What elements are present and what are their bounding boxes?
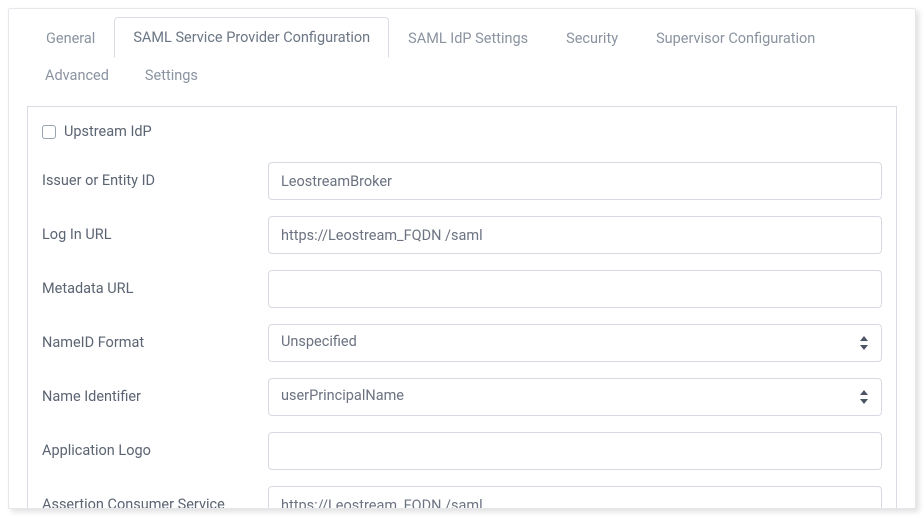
nameid-format-row: NameID Format Unspecified bbox=[42, 316, 882, 370]
acs-url-input[interactable] bbox=[268, 486, 882, 509]
form-content: Upstream IdP Issuer or Entity ID Log In … bbox=[27, 106, 897, 509]
upstream-idp-row: Upstream IdP bbox=[42, 121, 882, 154]
tab-saml-sp-config[interactable]: SAML Service Provider Configuration bbox=[114, 17, 389, 58]
issuer-entity-id-input[interactable] bbox=[268, 162, 882, 200]
application-logo-input[interactable] bbox=[268, 432, 882, 470]
tabs-row-primary: General SAML Service Provider Configurat… bbox=[9, 9, 915, 57]
tab-supervisor-config[interactable]: Supervisor Configuration bbox=[637, 18, 834, 58]
issuer-entity-id-label: Issuer or Entity ID bbox=[42, 162, 252, 191]
metadata-url-label: Metadata URL bbox=[42, 270, 252, 299]
login-url-input[interactable] bbox=[268, 216, 882, 254]
name-identifier-label: Name Identifier bbox=[42, 378, 252, 407]
metadata-url-row: Metadata URL bbox=[42, 262, 882, 316]
tab-general[interactable]: General bbox=[27, 18, 114, 58]
acs-url-row: Assertion Consumer Service (ACS) URL bbox=[42, 478, 882, 509]
tab-saml-idp-settings[interactable]: SAML IdP Settings bbox=[389, 18, 547, 58]
tab-advanced[interactable]: Advanced bbox=[27, 57, 127, 94]
tabs-row-secondary: Advanced Settings bbox=[9, 57, 915, 106]
issuer-entity-id-row: Issuer or Entity ID bbox=[42, 154, 882, 208]
tab-security[interactable]: Security bbox=[547, 18, 637, 58]
name-identifier-row: Name Identifier userPrincipalName bbox=[42, 370, 882, 424]
nameid-format-select[interactable]: Unspecified bbox=[268, 324, 882, 362]
application-logo-row: Application Logo bbox=[42, 424, 882, 478]
upstream-idp-checkbox[interactable] bbox=[42, 125, 56, 139]
login-url-row: Log In URL bbox=[42, 208, 882, 262]
tab-settings[interactable]: Settings bbox=[127, 57, 216, 94]
acs-url-label: Assertion Consumer Service (ACS) URL bbox=[42, 486, 252, 509]
name-identifier-select[interactable]: userPrincipalName bbox=[268, 378, 882, 416]
metadata-url-input[interactable] bbox=[268, 270, 882, 308]
upstream-idp-label: Upstream IdP bbox=[64, 123, 152, 140]
config-panel: General SAML Service Provider Configurat… bbox=[8, 8, 916, 509]
login-url-label: Log In URL bbox=[42, 216, 252, 245]
nameid-format-label: NameID Format bbox=[42, 324, 252, 353]
application-logo-label: Application Logo bbox=[42, 432, 252, 461]
